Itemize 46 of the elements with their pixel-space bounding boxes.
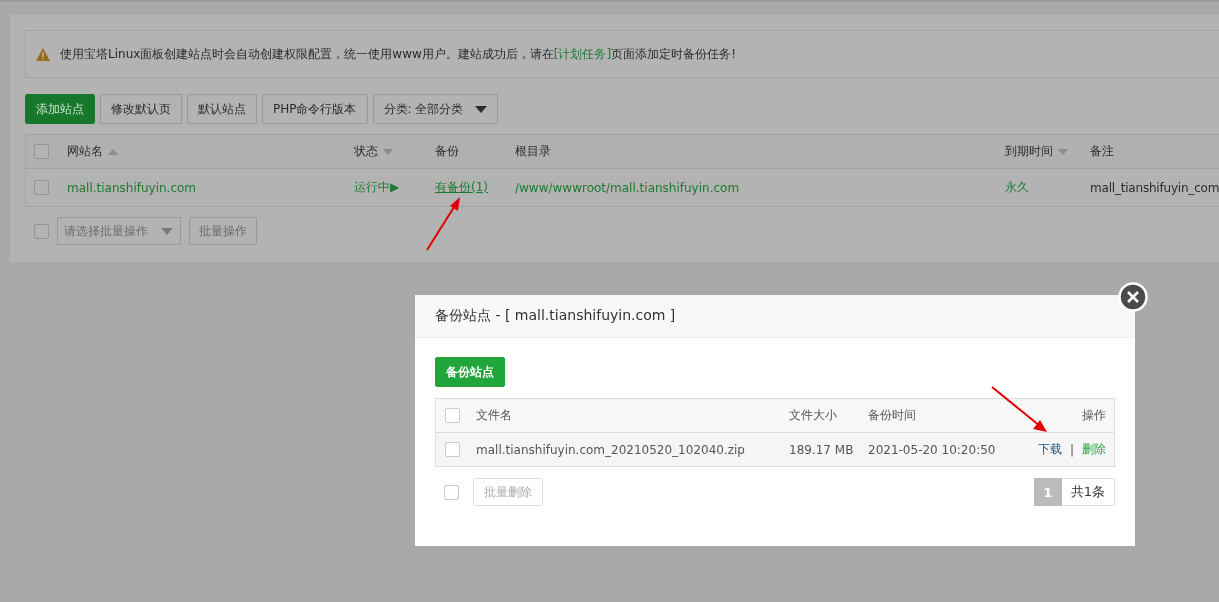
caret-icon	[475, 105, 488, 113]
column-header: 到期时间	[1005, 143, 1053, 160]
sort-down-icon[interactable]	[1058, 148, 1068, 155]
footer-checkbox[interactable]	[444, 484, 459, 500]
sort-down-icon[interactable]	[383, 148, 393, 155]
close-icon[interactable]	[1118, 282, 1148, 312]
toolbar-button[interactable]: 默认站点	[187, 94, 257, 124]
category-dropdown[interactable]: 分类: 全部分类	[372, 94, 499, 124]
add-site-button[interactable]: 添加站点	[25, 94, 95, 124]
dialog-title: 备份站点 - [ mall.tianshifuyin.com ]	[435, 307, 676, 325]
column-header: 根目录	[515, 143, 551, 160]
root-directory-link[interactable]: /www/wwwroot/mall.tianshifuyin.com	[515, 180, 740, 195]
select-all-checkbox[interactable]	[34, 144, 49, 159]
row-checkbox[interactable]	[445, 442, 460, 457]
total-count: 共1条	[1061, 478, 1115, 506]
warning-icon	[36, 47, 50, 61]
column-header: 操作	[1082, 407, 1106, 424]
backup-link[interactable]: 有备份(1)	[435, 179, 488, 196]
notice-text: 使用宝塔Linux面板创建站点时会自动创建权限配置，统一使用www用户。建站成功后，请在[计划任务]页面添加定时备份任务!	[60, 45, 736, 63]
column-header: 文件名	[476, 407, 512, 424]
backup-site-button[interactable]: 备份站点	[435, 357, 505, 387]
download-link[interactable]: 下载	[1038, 441, 1062, 458]
note-text: mall_tianshifuyin_com	[1090, 180, 1219, 195]
backup-time-text: 2021-05-20 10:20:50	[868, 442, 996, 457]
page-button[interactable]: 1	[1033, 478, 1062, 506]
column-header: 备注	[1090, 143, 1114, 160]
site-name-link[interactable]: mall.tianshifuyin.com	[67, 180, 197, 195]
column-header: 文件大小	[789, 407, 837, 424]
annotation-arrow	[990, 385, 1050, 435]
scheduled-task-link[interactable]: [计划任务]	[553, 46, 612, 61]
sort-up-icon[interactable]	[108, 148, 118, 155]
column-header: 网站名	[67, 143, 103, 160]
toolbar-button[interactable]: 修改默认页	[100, 94, 182, 124]
file-name-text: mall.tianshifuyin.com_20210520_102040.zip	[476, 442, 745, 457]
column-header: 备份	[435, 143, 459, 160]
file-size-text: 189.17 MB	[789, 442, 854, 457]
row-checkbox[interactable]	[34, 180, 49, 195]
select-all-checkbox[interactable]	[445, 408, 460, 423]
status-link[interactable]: 运行中▶	[354, 179, 400, 196]
column-header: 状态	[354, 143, 378, 160]
caret-icon	[161, 227, 173, 235]
delete-link[interactable]: 删除	[1082, 441, 1107, 458]
column-header: 备份时间	[868, 407, 916, 424]
expire-link[interactable]: 永久	[1005, 179, 1029, 196]
separator-text: |	[1070, 442, 1075, 457]
toolbar-button[interactable]: PHP命令行版本	[262, 94, 368, 124]
